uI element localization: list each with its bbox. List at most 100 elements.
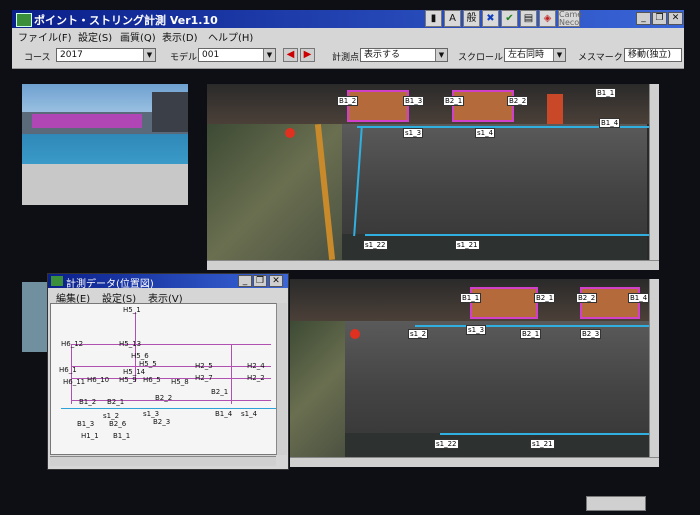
subwindow-app-icon (51, 276, 63, 286)
kanji-tool-icon[interactable]: 般 (463, 10, 480, 27)
diagram-label: H2_2 (247, 374, 265, 382)
marker-tool-icon[interactable]: ▮ (425, 10, 442, 27)
diagram-label: B2_1 (107, 398, 125, 406)
point-label[interactable]: B1_3 (403, 96, 425, 106)
subwindow-maximize-button[interactable]: ❐ (253, 275, 267, 287)
position-diagram[interactable]: H5_1 H6_12 H5_13 H5_6 H5_5 H5_14 H6_1 H6… (50, 303, 277, 455)
status-dropdown[interactable] (586, 496, 646, 511)
next-model-button[interactable]: ▶ (300, 48, 315, 62)
diagram-label: H5_8 (171, 378, 189, 386)
point-label[interactable]: s1_22 (363, 240, 388, 250)
subwindow-horizontal-scrollbar[interactable] (50, 456, 276, 466)
diagram-label: H1_1 (81, 432, 99, 440)
diagram-label: B1_3 (77, 420, 95, 428)
point-label[interactable]: s1_3 (403, 128, 424, 138)
point-label[interactable]: B1_2 (337, 96, 359, 106)
point-label[interactable]: B2_1 (534, 293, 556, 303)
diagram-label: H5_6 (131, 352, 149, 360)
diagram-label: H6_1 (59, 366, 77, 374)
horizontal-scrollbar[interactable] (207, 260, 659, 270)
horizontal-scrollbar[interactable] (290, 457, 659, 467)
camera-tool-icon[interactable]: Came Neco (558, 10, 582, 27)
close-button[interactable]: ✕ (668, 12, 683, 25)
point-label[interactable]: B2_1 (443, 96, 465, 106)
text-tool-icon[interactable]: A (444, 10, 461, 27)
stereo-image-top[interactable]: B1_2 B1_3 B2_1 B2_2 B1_1 B1_4 s1_3 s1_4 … (207, 84, 659, 260)
subwindow-menu-bar: 編集(E) 設定(S) 表示(V) (48, 289, 288, 305)
diagram-label: B1_1 (113, 432, 131, 440)
stereo-image-bottom[interactable]: B1_1 B2_1 B2_2 B1_4 s1_2 s1_3 B2_1 B2_3 … (290, 279, 659, 457)
diagram-label: s1_4 (241, 410, 258, 418)
scroll-select[interactable]: 左右同時 ▼ (504, 48, 566, 62)
subwindow-minimize-button[interactable]: _ (238, 275, 252, 287)
diagram-label: s1_3 (143, 410, 160, 418)
subwindow-close-button[interactable]: ✕ (269, 275, 283, 287)
course-value: 2017 (60, 50, 83, 60)
scroll-value: 左右同時 (508, 50, 545, 60)
point-label[interactable]: s1_2 (408, 329, 429, 339)
diagram-label: H6_12 (61, 340, 84, 348)
chevron-down-icon: ▼ (263, 49, 275, 61)
diagram-label: H2_5 (195, 362, 213, 370)
diagram-label: H6_5 (143, 376, 161, 384)
cross-tool-icon[interactable]: ✖ (482, 10, 499, 27)
window-title: ポイント・ストリング計測 Ver1.10 (34, 14, 218, 27)
model-label: モデル (170, 53, 198, 63)
diagram-label: H6_11 (63, 378, 86, 386)
point-label[interactable]: s1_22 (434, 439, 459, 449)
diagram-label: H5_9 (119, 376, 137, 384)
diagram-label: H5_13 (119, 340, 142, 348)
point-label[interactable]: B1_4 (628, 293, 650, 303)
point-label[interactable]: B2_1 (520, 329, 542, 339)
diagram-label: B2_1 (211, 388, 229, 396)
layer-tool-icon[interactable]: ◈ (539, 10, 556, 27)
point-label[interactable]: s1_4 (475, 128, 496, 138)
point-label[interactable]: B2_2 (507, 96, 529, 106)
model-value: 001 (202, 50, 220, 60)
measurement-data-window[interactable]: 計測データ(位置図) _ ❐ ✕ 編集(E) 設定(S) 表示(V) H5_1 … (47, 273, 289, 470)
point-label[interactable]: B1_4 (599, 118, 621, 128)
maximize-button[interactable]: ❐ (652, 12, 667, 25)
diagram-label: B1_2 (79, 398, 97, 406)
scroll-label: スクロール (458, 53, 504, 63)
point-label[interactable]: B1_1 (460, 293, 482, 303)
point-label[interactable]: B2_2 (576, 293, 598, 303)
measure-select[interactable]: 移動(独立) (624, 48, 682, 62)
diagram-label: H5_14 (123, 368, 146, 376)
overview-thumbnail-top[interactable] (22, 84, 188, 205)
prev-model-button[interactable]: ◀ (283, 48, 298, 62)
model-select[interactable]: 001 ▼ (198, 48, 276, 62)
diagram-label: B2_2 (155, 394, 173, 402)
diagram-label: H2_4 (247, 362, 265, 370)
toolbar: コース 2017 ▼ モデル 001 ▼ ◀ ▶ 計測点 表示する ▼ スクロー… (12, 42, 684, 69)
vertical-scrollbar[interactable] (649, 84, 659, 260)
chevron-down-icon: ▼ (435, 49, 447, 61)
chevron-down-icon: ▼ (143, 49, 155, 61)
point-label[interactable]: B2_3 (580, 329, 602, 339)
points-value: 表示する (364, 50, 401, 60)
point-label[interactable]: s1_3 (466, 325, 487, 335)
subwindow-vertical-scrollbar[interactable] (276, 303, 287, 455)
subwindow-title: 計測データ(位置図) (66, 279, 154, 290)
point-label[interactable]: s1_21 (530, 439, 555, 449)
chevron-down-icon: ▼ (553, 49, 565, 61)
subwindow-title-bar: 計測データ(位置図) _ ❐ ✕ (48, 274, 288, 290)
vertical-scrollbar[interactable] (649, 279, 659, 457)
check-tool-icon[interactable]: ✔ (501, 10, 518, 27)
quick-toolbar: ▮ A 般 ✖ ✔ ▤ ◈ Came Neco (425, 10, 582, 28)
diagram-label: B2_6 (109, 420, 127, 428)
point-label[interactable]: s1_21 (455, 240, 480, 250)
page-tool-icon[interactable]: ▤ (520, 10, 537, 27)
point-label[interactable]: B1_1 (595, 88, 617, 98)
minimize-button[interactable]: _ (636, 12, 651, 25)
app-icon (16, 13, 32, 27)
course-label: コース (24, 53, 51, 63)
points-select[interactable]: 表示する ▼ (360, 48, 448, 62)
measure-value: 移動(独立) (628, 50, 672, 60)
course-select[interactable]: 2017 ▼ (56, 48, 156, 62)
diagram-label: H6_10 (87, 376, 110, 384)
diagram-label: B1_4 (215, 410, 233, 418)
title-bar: ポイント・ストリング計測 Ver1.10 ▮ A 般 ✖ ✔ ▤ ◈ Came … (12, 10, 684, 28)
diagram-label: H2_7 (195, 374, 213, 382)
measure-label: メスマーク (578, 53, 623, 63)
